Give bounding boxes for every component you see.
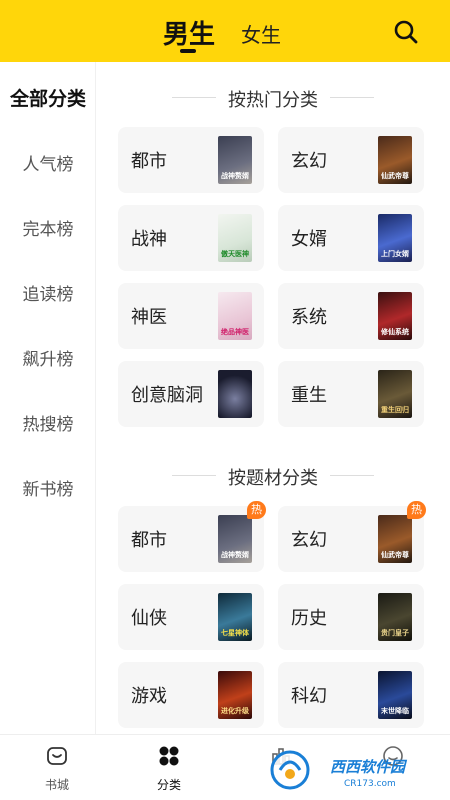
- category-card-chuangyi[interactable]: 创意脑洞: [118, 361, 264, 427]
- category-card-chongsheng[interactable]: 重生 重生回归: [278, 361, 424, 427]
- topic-card-xianxia[interactable]: 仙侠 七星神体: [118, 584, 264, 650]
- sidebar-item-new[interactable]: 新书榜: [0, 475, 96, 500]
- category-grid-icon: [159, 746, 179, 766]
- tab-male[interactable]: 男生: [163, 14, 215, 51]
- active-tab-indicator: [180, 49, 196, 53]
- book-cover: 七星神体: [218, 593, 252, 641]
- sidebar-item-completed[interactable]: 完本榜: [0, 215, 96, 240]
- sidebar-item-all[interactable]: 全部分类: [0, 84, 96, 111]
- card-label: 玄幻: [291, 151, 327, 172]
- hot-badge: 热: [247, 501, 266, 519]
- search-icon: [394, 20, 418, 44]
- category-card-xuanhuan[interactable]: 玄幻 仙武帝尊: [278, 127, 424, 193]
- nav-category[interactable]: 分类: [119, 735, 219, 800]
- card-label: 神医: [131, 307, 167, 328]
- topic-card-xuanhuan[interactable]: 玄幻 仙武帝尊 热: [278, 501, 426, 572]
- sidebar-item-rising[interactable]: 飙升榜: [0, 345, 96, 370]
- card-label: 历史: [291, 608, 327, 629]
- book-cover: 仙武帝尊: [378, 515, 412, 563]
- category-content: 按热门分类 都市 战神赘婿 玄幻 仙武帝尊 战神 傲天医神 女婿 上门女婿 神医…: [96, 62, 450, 734]
- card-label: 创意脑洞: [131, 385, 203, 406]
- category-card-dushi[interactable]: 都市 战神赘婿: [118, 127, 264, 193]
- watermark-url: CR173.com: [344, 779, 396, 789]
- book-cover: 重生回归: [378, 370, 412, 418]
- nav-bookstore[interactable]: 书城: [7, 735, 107, 800]
- section-title: 按热门分类: [228, 90, 318, 111]
- section-title: 按题材分类: [228, 468, 318, 489]
- category-card-zhanshen[interactable]: 战神 傲天医神: [118, 205, 264, 271]
- sidebar-item-following[interactable]: 追读榜: [0, 280, 96, 305]
- nav-label: 书城: [44, 778, 69, 792]
- category-card-shenyi[interactable]: 神医 绝品神医: [118, 283, 264, 349]
- card-label: 重生: [291, 385, 327, 406]
- topic-card-lishi[interactable]: 历史 贵门皇子: [278, 584, 424, 650]
- card-label: 女婿: [291, 229, 327, 250]
- card-label: 仙侠: [131, 608, 167, 629]
- book-cover: 战神赘婿: [218, 136, 252, 184]
- topic-card-youxi[interactable]: 游戏 进化升级: [118, 662, 264, 728]
- book-cover: 绝品神医: [218, 292, 252, 340]
- card-label: 科幻: [291, 686, 327, 707]
- sidebar-item-popular[interactable]: 人气榜: [0, 150, 96, 175]
- category-card-xitong[interactable]: 系统 修仙系统: [278, 283, 424, 349]
- book-cover: 仙武帝尊: [378, 136, 412, 184]
- nav-label: 分类: [156, 778, 181, 792]
- hot-badge: 热: [407, 501, 426, 519]
- card-label: 都市: [131, 151, 167, 172]
- card-label: 战神: [131, 229, 167, 250]
- category-card-nvxu[interactable]: 女婿 上门女婿: [278, 205, 424, 271]
- book-cover: 修仙系统: [378, 292, 412, 340]
- book-cover: [218, 370, 252, 418]
- book-cover: 上门女婿: [378, 214, 412, 262]
- divider-line: [330, 475, 374, 476]
- book-cover: 贵门皇子: [378, 593, 412, 641]
- topic-card-dushi[interactable]: 都市 战神赘婿 热: [118, 501, 266, 572]
- section-header-topic: 按题材分类: [96, 464, 450, 489]
- book-cover: 末世降临: [378, 671, 412, 719]
- tab-female[interactable]: 女生: [241, 19, 281, 48]
- card-label: 游戏: [131, 686, 167, 707]
- card-label: 系统: [291, 307, 327, 328]
- card-label: 都市: [131, 530, 167, 551]
- section-header-hot: 按热门分类: [96, 86, 450, 111]
- book-cover: 进化升级: [218, 671, 252, 719]
- top-header: 男生 女生: [0, 0, 450, 62]
- card-label: 玄幻: [291, 530, 327, 551]
- sidebar-item-trending[interactable]: 热搜榜: [0, 410, 96, 435]
- search-button[interactable]: [393, 19, 419, 45]
- topic-card-kehuan[interactable]: 科幻 末世降临: [278, 662, 424, 728]
- book-cover: 战神赘婿: [218, 515, 252, 563]
- bookstore-icon: [47, 747, 67, 765]
- category-sidebar: 全部分类 人气榜 完本榜 追读榜 飙升榜 热搜榜 新书榜: [0, 62, 96, 734]
- divider-line: [330, 97, 374, 98]
- watermark-brand: 西西软件园: [330, 758, 406, 776]
- book-cover: 傲天医神: [218, 214, 252, 262]
